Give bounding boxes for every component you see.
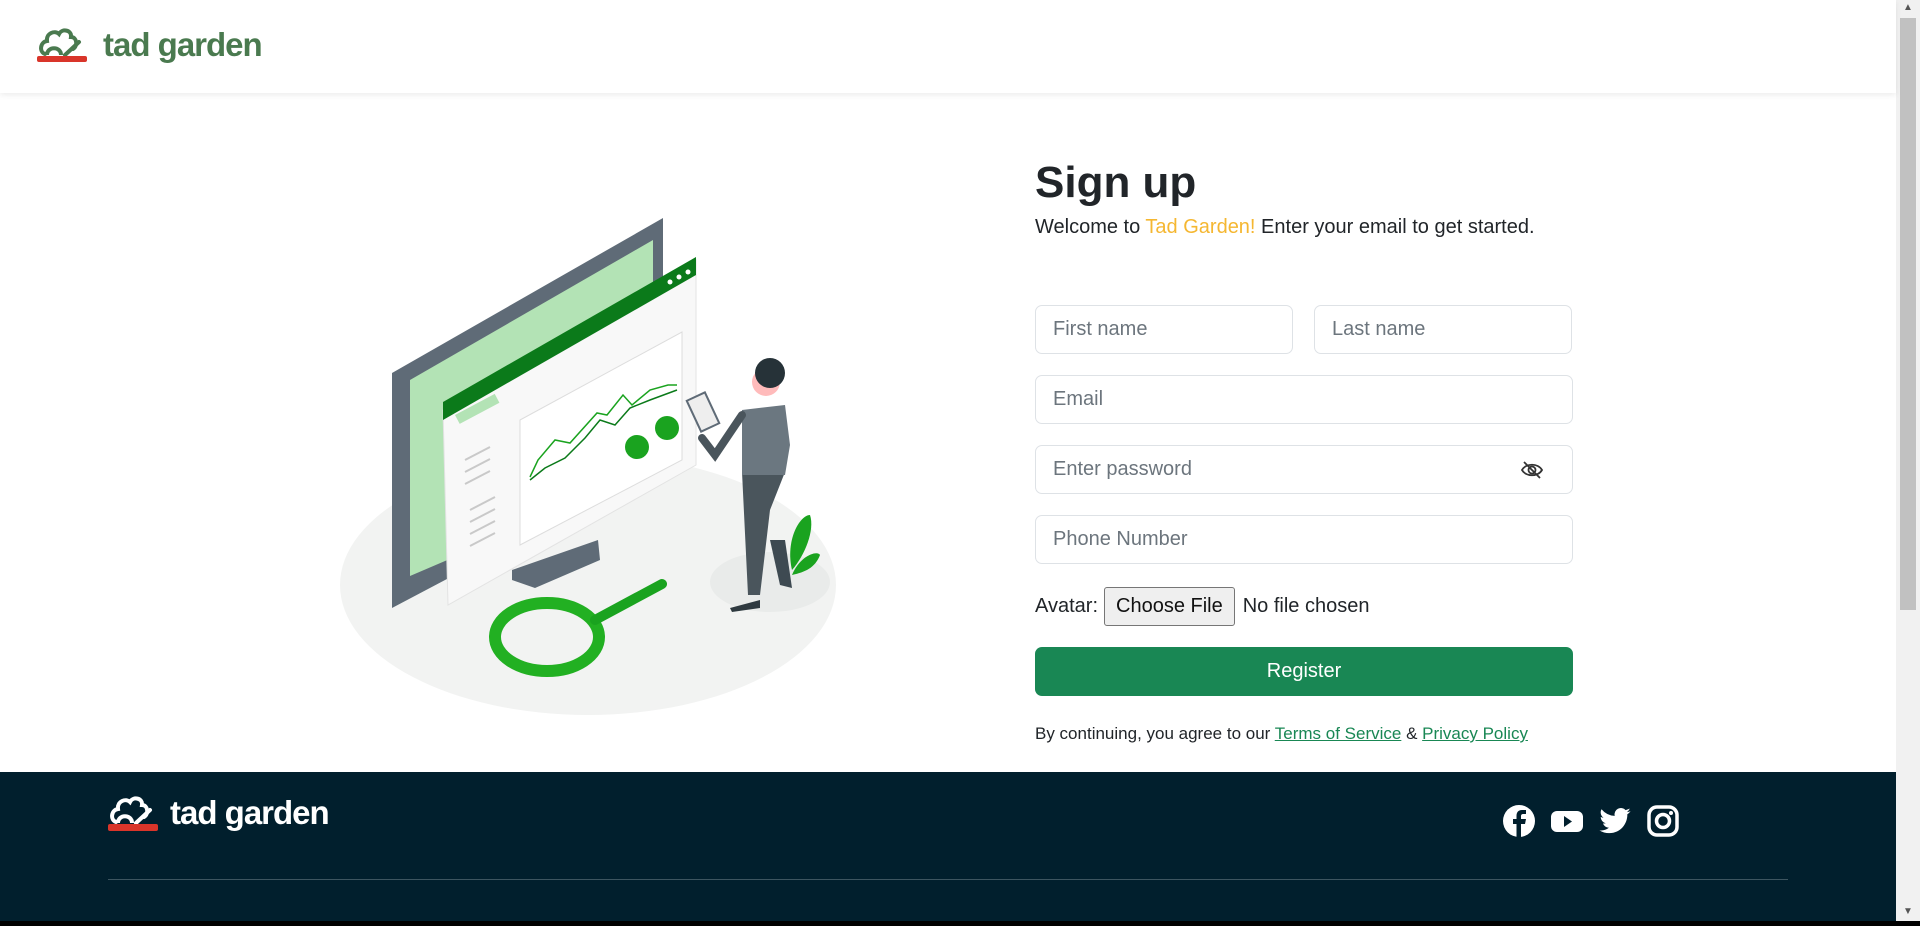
terms-text: By continuing, you agree to our Terms of… (1035, 724, 1573, 744)
scroll-up-icon[interactable]: ▲ (1903, 2, 1913, 13)
signup-illustration (340, 218, 836, 715)
scroll-down-icon[interactable]: ▼ (1903, 906, 1913, 917)
signup-form: Sign up Welcome to Tad Garden! Enter you… (1035, 155, 1573, 744)
last-name-input[interactable]: Last name (1314, 305, 1572, 354)
subtitle-prefix: Welcome to (1035, 216, 1146, 238)
logo-icon (37, 28, 87, 62)
footer-logo-text: tad garden (170, 794, 330, 831)
first-name-input[interactable]: First name (1035, 305, 1293, 354)
file-status: No file chosen (1242, 594, 1370, 617)
subtitle-brand: Tad Garden! (1145, 216, 1256, 238)
last-name-placeholder: Last name (1332, 318, 1426, 340)
choose-file-button[interactable]: Choose File (1104, 586, 1235, 626)
scrollbar-thumb[interactable] (1900, 18, 1916, 610)
scrollbar[interactable]: ▲ ▼ (1896, 0, 1920, 921)
logo[interactable]: tad garden (37, 24, 263, 66)
bottom-bar (0, 921, 1920, 926)
instagram-icon[interactable] (1646, 804, 1680, 838)
privacy-policy-link[interactable]: Privacy Policy (1422, 724, 1528, 743)
terms-amp: & (1401, 724, 1423, 743)
logo-text: tad garden (103, 26, 263, 63)
phone-input[interactable]: Phone Number (1035, 515, 1573, 564)
email-input[interactable]: Email (1035, 375, 1573, 424)
social-links (1502, 804, 1680, 838)
footer-logo-icon (108, 796, 158, 831)
password-placeholder: Enter password (1053, 458, 1192, 480)
site-header: tad garden (0, 0, 1896, 93)
terms-of-service-link[interactable]: Terms of Service (1275, 724, 1402, 743)
avatar-label: Avatar: (1035, 594, 1098, 617)
footer-logo[interactable]: tad garden (108, 792, 330, 834)
site-footer: tad garden (0, 772, 1896, 921)
subtitle-suffix: Enter your email to get started. (1255, 216, 1535, 238)
avatar-row: Avatar: Choose File No file chosen (1035, 586, 1573, 626)
subtitle: Welcome to Tad Garden! Enter your email … (1035, 213, 1573, 241)
password-input[interactable]: Enter password (1035, 445, 1573, 494)
first-name-placeholder: First name (1053, 318, 1148, 340)
email-placeholder: Email (1053, 388, 1104, 410)
footer-divider (108, 879, 1788, 880)
twitter-icon[interactable] (1598, 804, 1632, 838)
terms-prefix: By continuing, you agree to our (1035, 724, 1275, 743)
facebook-icon[interactable] (1502, 804, 1536, 838)
register-button[interactable]: Register (1035, 647, 1573, 696)
youtube-icon[interactable] (1550, 804, 1584, 838)
eye-slash-icon[interactable] (1520, 460, 1544, 480)
phone-placeholder: Phone Number (1053, 528, 1188, 550)
page-title: Sign up (1035, 158, 1197, 207)
